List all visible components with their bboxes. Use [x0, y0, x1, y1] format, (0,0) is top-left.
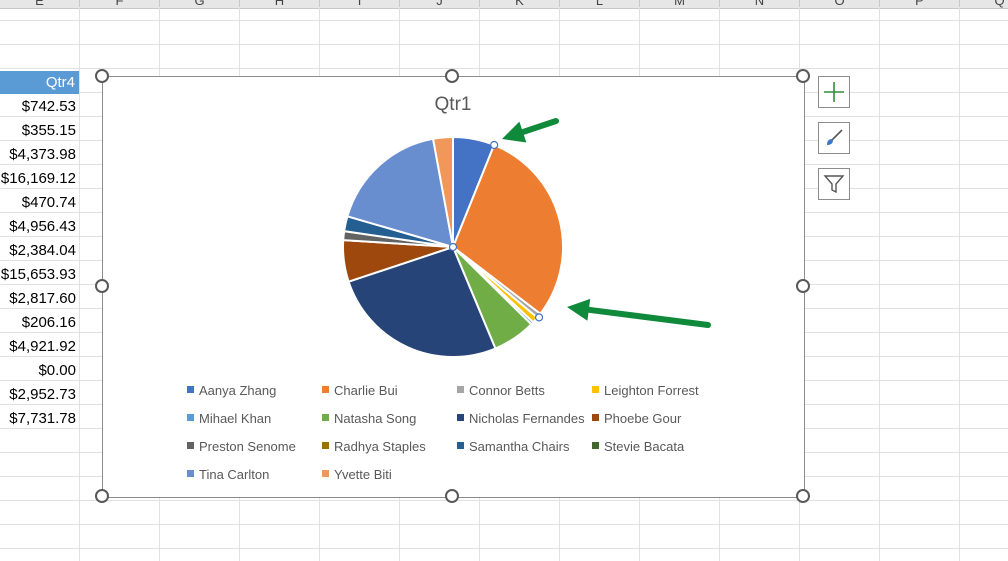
- legend-swatch: [457, 414, 464, 421]
- plus-icon: [824, 82, 844, 102]
- pie-slices: [342, 135, 564, 358]
- column-header[interactable]: I: [320, 0, 400, 8]
- legend-label: Mihael Khan: [199, 411, 271, 426]
- resize-handle[interactable]: [796, 279, 810, 293]
- legend-label: Phoebe Gour: [604, 411, 682, 426]
- slice-selection-handle[interactable]: [490, 140, 499, 150]
- chart-area[interactable]: Qtr1 Aanya Zhang Charlie Bui Connor Betts L…: [102, 76, 805, 498]
- legend-swatch: [592, 386, 599, 393]
- funnel-icon: [823, 175, 845, 194]
- chart-filters-button[interactable]: [818, 168, 850, 200]
- legend-label: Stevie Bacata: [604, 439, 685, 454]
- column-header[interactable]: M: [640, 0, 720, 8]
- legend-swatch: [457, 386, 464, 393]
- column-header[interactable]: J: [400, 0, 480, 8]
- legend-entry[interactable]: Preston Senome: [187, 439, 296, 454]
- legend-entry[interactable]: Radhya Staples: [322, 439, 426, 454]
- legend-entry[interactable]: Tina Carlton: [187, 467, 269, 482]
- legend-entry[interactable]: Phoebe Gour: [592, 411, 682, 426]
- resize-handle[interactable]: [445, 69, 459, 83]
- legend-swatch: [322, 442, 329, 449]
- legend-swatch: [187, 442, 194, 449]
- legend-entry[interactable]: Yvette Biti: [322, 467, 392, 482]
- column-header[interactable]: H: [240, 0, 320, 8]
- column-header[interactable]: F: [80, 0, 160, 8]
- cell-value[interactable]: $16,169.12: [0, 167, 76, 190]
- chart-styles-button[interactable]: [818, 122, 850, 154]
- grid-row-line: [0, 524, 1008, 525]
- legend-swatch: [322, 386, 329, 393]
- slice-selection-handle[interactable]: [534, 313, 544, 322]
- resize-handle[interactable]: [445, 489, 459, 503]
- legend-label: Natasha Song: [334, 411, 416, 426]
- column-header[interactable]: G: [160, 0, 240, 8]
- legend-label: Samantha Chairs: [469, 439, 570, 454]
- cell-value[interactable]: $2,817.60: [0, 287, 76, 310]
- cell-value[interactable]: $7,731.78: [0, 407, 76, 430]
- legend-entry[interactable]: Mihael Khan: [187, 411, 271, 426]
- resize-handle[interactable]: [796, 69, 810, 83]
- grid-row-line: [0, 548, 1008, 549]
- legend-label: Charlie Bui: [334, 383, 398, 398]
- legend-swatch: [187, 470, 194, 477]
- legend-swatch: [322, 470, 329, 477]
- legend-entry[interactable]: Natasha Song: [322, 411, 416, 426]
- column-header[interactable]: O: [800, 0, 880, 8]
- legend-label: Leighton Forrest: [604, 383, 699, 398]
- cell-value[interactable]: $742.53: [0, 95, 76, 118]
- resize-handle[interactable]: [95, 279, 109, 293]
- chart-title[interactable]: Qtr1: [435, 94, 472, 115]
- resize-handle[interactable]: [95, 69, 109, 83]
- pie-chart[interactable]: Qtr1 Aanya Zhang Charlie Bui Connor Betts L…: [103, 77, 804, 497]
- column-header[interactable]: L: [560, 0, 640, 8]
- legend-entry[interactable]: Stevie Bacata: [592, 439, 685, 454]
- grid-row-line: [0, 20, 1008, 21]
- column-header[interactable]: E: [0, 0, 80, 8]
- legend-entry[interactable]: Charlie Bui: [322, 383, 398, 398]
- cell-value[interactable]: $470.74: [0, 191, 76, 214]
- cell-value[interactable]: $4,921.92: [0, 335, 76, 358]
- column-header[interactable]: P: [880, 0, 960, 8]
- legend-swatch: [187, 386, 194, 393]
- legend-label: Aanya Zhang: [199, 383, 276, 398]
- column-header[interactable]: K: [480, 0, 560, 8]
- legend-swatch: [592, 442, 599, 449]
- legend-entry[interactable]: Leighton Forrest: [592, 383, 699, 398]
- cell-value[interactable]: $4,956.43: [0, 215, 76, 238]
- cell-value[interactable]: $2,952.73: [0, 383, 76, 406]
- legend-label: Radhya Staples: [334, 439, 426, 454]
- column-header[interactable]: Q: [960, 0, 1008, 8]
- cell-value[interactable]: $206.16: [0, 311, 76, 334]
- column-header-row: EFGHIJKLMNOPQ: [0, 0, 1008, 9]
- cell-value[interactable]: $4,373.98: [0, 143, 76, 166]
- grid-row-line: [0, 68, 1008, 69]
- legend-swatch: [322, 414, 329, 421]
- cell-value[interactable]: $15,653.93: [0, 263, 76, 286]
- legend-label: Yvette Biti: [334, 467, 392, 482]
- legend-entry[interactable]: Nicholas Fernandes: [457, 411, 585, 426]
- resize-handle[interactable]: [95, 489, 109, 503]
- grid-row-line: [0, 500, 1008, 501]
- legend-swatch: [457, 442, 464, 449]
- paintbrush-icon: [827, 129, 843, 145]
- legend-entry[interactable]: Samantha Chairs: [457, 439, 570, 454]
- chart-legend[interactable]: Aanya Zhang Charlie Bui Connor Betts Leight…: [187, 383, 699, 482]
- chart-elements-button[interactable]: [818, 76, 850, 108]
- cell-value[interactable]: $0.00: [0, 359, 76, 382]
- legend-entry[interactable]: Aanya Zhang: [187, 383, 276, 398]
- resize-handle[interactable]: [796, 489, 810, 503]
- cell-header-qtr4[interactable]: Qtr4: [0, 71, 79, 94]
- cell-value[interactable]: $355.15: [0, 119, 76, 142]
- legend-label: Connor Betts: [469, 383, 545, 398]
- legend-label: Tina Carlton: [199, 467, 269, 482]
- legend-swatch: [592, 414, 599, 421]
- grid-row-line: [0, 44, 1008, 45]
- cell-value[interactable]: $2,384.04: [0, 239, 76, 262]
- legend-label: Nicholas Fernandes: [469, 411, 585, 426]
- legend-label: Preston Senome: [199, 439, 296, 454]
- column-header[interactable]: N: [720, 0, 800, 8]
- legend-entry[interactable]: Connor Betts: [457, 383, 545, 398]
- slice-selection-handle[interactable]: [448, 242, 458, 252]
- legend-swatch: [187, 414, 194, 421]
